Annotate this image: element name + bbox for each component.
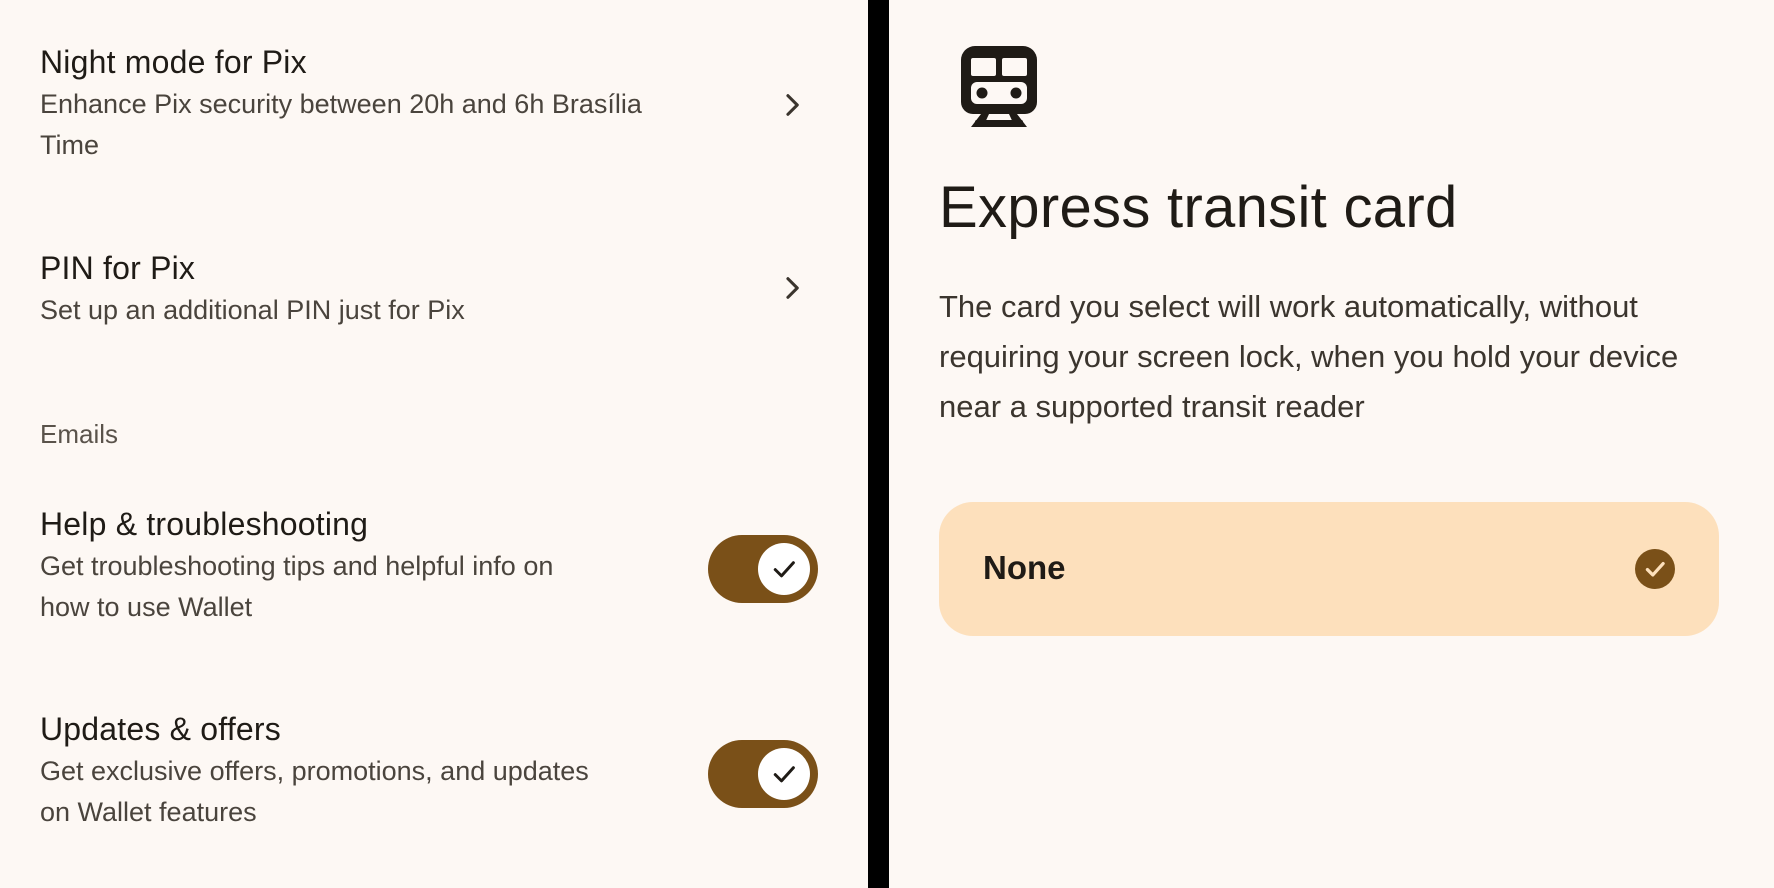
chevron-right-icon[interactable] — [778, 91, 806, 119]
transit-card-option-none[interactable]: None — [939, 502, 1719, 636]
wallet-settings-panel: Night mode for Pix Enhance Pix security … — [0, 0, 868, 888]
night-mode-title: Night mode for Pix — [40, 44, 307, 80]
night-mode-row[interactable]: Night mode for Pix Enhance Pix security … — [40, 42, 760, 166]
updates-offers-subtitle-line-2: on Wallet features — [40, 797, 257, 827]
help-troubleshooting-row: Help & troubleshooting Get troubleshooti… — [40, 504, 640, 628]
pin-for-pix-subtitle: Set up an additional PIN just for Pix — [40, 295, 465, 325]
help-troubleshooting-title: Help & troubleshooting — [40, 506, 369, 542]
updates-offers-title: Updates & offers — [40, 711, 281, 747]
check-icon — [1645, 561, 1665, 577]
pin-for-pix-title: PIN for Pix — [40, 250, 196, 286]
help-troubleshooting-toggle[interactable] — [708, 535, 818, 603]
option-label: None — [983, 549, 1066, 586]
check-icon — [773, 766, 795, 783]
updates-offers-row: Updates & offers Get exclusive offers, p… — [40, 709, 660, 833]
page-description: The card you select will work automatica… — [939, 289, 1679, 424]
toggle-knob — [758, 543, 810, 595]
selected-check-icon — [1635, 549, 1675, 589]
help-troubleshooting-subtitle-line-1: Get troubleshooting tips and helpful inf… — [40, 551, 554, 581]
chevron-right-icon[interactable] — [778, 274, 806, 302]
pin-for-pix-row[interactable]: PIN for Pix Set up an additional PIN jus… — [40, 248, 760, 331]
night-mode-subtitle-line-2: Time — [40, 130, 99, 160]
express-transit-panel: Express transit card The card you select… — [889, 0, 1774, 888]
night-mode-subtitle-line-1: Enhance Pix security between 20h and 6h … — [40, 89, 642, 119]
help-troubleshooting-subtitle-line-2: how to use Wallet — [40, 592, 253, 622]
check-icon — [773, 561, 795, 578]
train-icon — [961, 46, 1037, 127]
updates-offers-toggle[interactable] — [708, 740, 818, 808]
toggle-knob — [758, 748, 810, 800]
page-title: Express transit card — [939, 175, 1458, 240]
updates-offers-subtitle-line-1: Get exclusive offers, promotions, and up… — [40, 756, 589, 786]
emails-section-header: Emails — [40, 419, 119, 449]
